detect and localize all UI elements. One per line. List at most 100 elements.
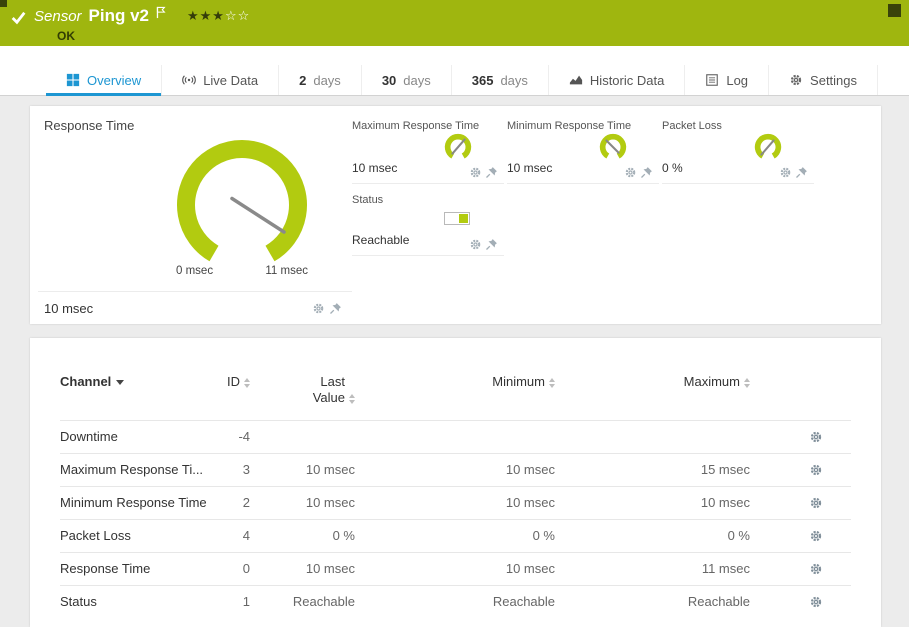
- status-value: Reachable: [352, 233, 409, 247]
- prtg-sensor-page: Sensor Ping v2 ★★★☆☆ OK Overview Live Da…: [0, 0, 909, 627]
- mini-gauge-title: Maximum Response Time: [352, 120, 504, 132]
- column-header-channel[interactable]: Channel: [60, 374, 210, 389]
- pin-icon[interactable]: [795, 166, 808, 179]
- gauge-footer: 10 msec: [38, 291, 352, 324]
- dependency-flag-icon: [156, 6, 166, 19]
- gauges-panel: Response Time 0 msec 11 msec 10 msec: [30, 106, 881, 324]
- channel-settings-icon[interactable]: [809, 562, 823, 576]
- channel-settings-icon[interactable]: [809, 496, 823, 510]
- response-time-gauge: [162, 135, 322, 275]
- column-header-label: Channel: [60, 374, 111, 389]
- gauge-needle: [452, 140, 464, 154]
- channel-name: Maximum Response Ti...: [60, 462, 210, 477]
- packet-loss-gauge: [750, 132, 786, 164]
- min-response-time-block: Minimum Response Time 10 msec: [507, 120, 659, 184]
- channel-last-value: 0 %: [250, 528, 355, 543]
- sensor-name: Ping v2: [89, 6, 149, 26]
- sensor-status-badge: OK: [57, 29, 250, 43]
- tab-overview[interactable]: Overview: [46, 65, 162, 95]
- channel-maximum: 15 msec: [555, 462, 750, 477]
- gear-icon[interactable]: [469, 166, 482, 179]
- channel-minimum: 0 %: [355, 528, 555, 543]
- channel-minimum: 10 msec: [355, 495, 555, 510]
- pin-icon[interactable]: [485, 166, 498, 179]
- gear-icon: [789, 73, 803, 87]
- channel-id: 2: [210, 495, 250, 510]
- overview-grid-icon: [66, 73, 80, 87]
- tab-2-days[interactable]: 2 days: [279, 65, 362, 95]
- channel-settings-icon[interactable]: [809, 595, 823, 609]
- column-header-label: Last Value: [299, 374, 345, 407]
- corner-decoration: [0, 0, 7, 7]
- tab-number: 2: [299, 73, 306, 88]
- gear-icon[interactable]: [469, 238, 482, 251]
- mini-gauge-title: Status: [352, 194, 504, 206]
- tab-30-days[interactable]: 30 days: [362, 65, 452, 95]
- mini-gauge-value: 0 %: [662, 161, 683, 175]
- column-header-minimum[interactable]: Minimum: [355, 374, 555, 389]
- broadcast-icon: [182, 73, 196, 87]
- area-chart-icon: [569, 73, 583, 87]
- pin-icon[interactable]: [329, 302, 342, 315]
- priority-stars[interactable]: ★★★☆☆: [187, 8, 250, 24]
- mini-gauges-grid: Maximum Response Time 10 msec Minimum Re…: [352, 106, 881, 324]
- tab-log[interactable]: Log: [685, 65, 769, 95]
- table-row: Response Time 0 10 msec 10 msec 11 msec: [60, 552, 851, 585]
- channel-id: 0: [210, 561, 250, 576]
- tab-live-data[interactable]: Live Data: [162, 65, 279, 95]
- channel-id: 4: [210, 528, 250, 543]
- channel-last-value: 10 msec: [250, 495, 355, 510]
- mini-gauge-title: Packet Loss: [662, 120, 814, 132]
- status-toggle-indicator: [444, 212, 470, 225]
- gear-icon[interactable]: [624, 166, 637, 179]
- channel-minimum: Reachable: [355, 594, 555, 609]
- channel-settings-icon[interactable]: [809, 463, 823, 477]
- column-header-maximum[interactable]: Maximum: [555, 374, 750, 389]
- sort-icon: [744, 378, 750, 388]
- pin-icon[interactable]: [640, 166, 653, 179]
- stars-empty: ☆☆: [225, 8, 250, 23]
- channel-name: Status: [60, 594, 210, 609]
- table-row: Maximum Response Ti... 3 10 msec 10 msec…: [60, 453, 851, 486]
- tab-label: days: [403, 73, 430, 88]
- channel-last-value: Reachable: [250, 594, 355, 609]
- sensor-header: Sensor Ping v2 ★★★☆☆ OK: [0, 0, 909, 46]
- gauge-needle: [232, 199, 284, 233]
- channel-maximum: Reachable: [555, 594, 750, 609]
- column-header-last-value[interactable]: Last Value: [250, 374, 355, 407]
- tab-label: Live Data: [203, 73, 258, 88]
- channel-name: Downtime: [60, 429, 210, 444]
- tab-label: Log: [726, 73, 748, 88]
- channel-minimum: 10 msec: [355, 462, 555, 477]
- column-header-label: Minimum: [492, 374, 545, 389]
- channel-name: Minimum Response Time: [60, 495, 210, 510]
- channel-id: 1: [210, 594, 250, 609]
- column-header-id[interactable]: ID: [210, 374, 250, 389]
- pin-icon[interactable]: [485, 238, 498, 251]
- table-header-row: Channel ID Last Value Minimum Maximum: [60, 374, 851, 420]
- channel-settings-icon[interactable]: [809, 529, 823, 543]
- min-response-time-gauge: [595, 132, 631, 164]
- gear-icon[interactable]: [312, 302, 325, 315]
- table-row: Status 1 Reachable Reachable Reachable: [60, 585, 851, 618]
- table-row: Minimum Response Time 2 10 msec 10 msec …: [60, 486, 851, 519]
- mini-gauge-title: Minimum Response Time: [507, 120, 659, 132]
- gear-icon[interactable]: [779, 166, 792, 179]
- column-header-label: ID: [227, 374, 240, 389]
- tab-365-days[interactable]: 365 days: [452, 65, 549, 95]
- tab-historic-data[interactable]: Historic Data: [549, 65, 685, 95]
- response-time-gauge-block: Response Time 0 msec 11 msec 10 msec: [30, 106, 352, 324]
- tab-settings[interactable]: Settings: [769, 65, 878, 95]
- channel-name: Response Time: [60, 561, 210, 576]
- max-response-time-gauge: [440, 132, 476, 164]
- channel-name: Packet Loss: [60, 528, 210, 543]
- status-channel-block: Status Reachable: [352, 194, 504, 256]
- gauge-value: 10 msec: [44, 301, 93, 316]
- mini-gauge-value: 10 msec: [507, 161, 552, 175]
- channel-settings-icon[interactable]: [809, 430, 823, 444]
- max-response-time-block: Maximum Response Time 10 msec: [352, 120, 504, 184]
- mini-gauge-value: 10 msec: [352, 161, 397, 175]
- scale-min-label: 0 msec: [176, 265, 213, 277]
- table-row: Downtime -4: [60, 420, 851, 453]
- window-control-icon[interactable]: [888, 4, 901, 17]
